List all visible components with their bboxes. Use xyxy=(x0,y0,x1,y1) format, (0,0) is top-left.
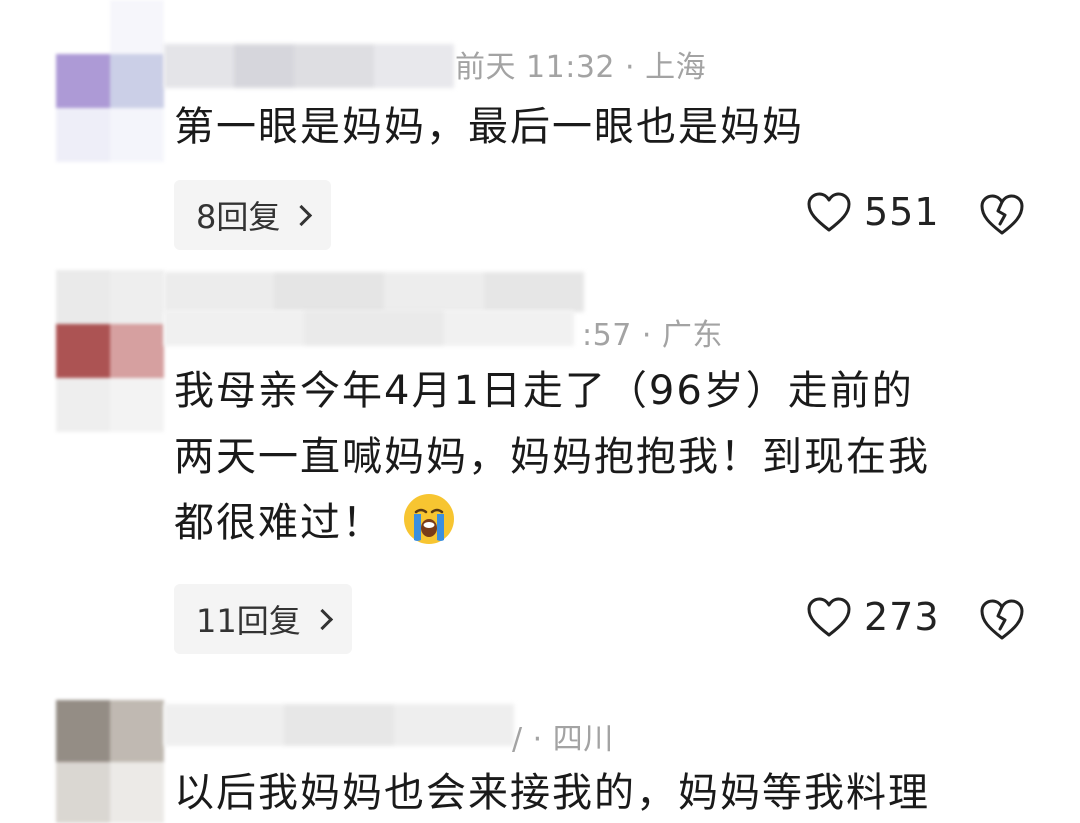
comment-text: 第一眼是妈妈，最后一眼也是妈妈 xyxy=(174,94,1044,160)
dislike-button[interactable] xyxy=(978,192,1026,240)
comment-meta: 前天 11:32 · 上海 xyxy=(455,50,707,85)
replies-label: 11回复 xyxy=(196,602,301,640)
broken-heart-icon xyxy=(980,194,1024,235)
avatar[interactable] xyxy=(56,700,164,823)
loudly-crying-face-icon xyxy=(404,494,454,544)
comment-text-line: 以后我妈妈也会来接我的，妈妈等我料理 xyxy=(174,770,930,816)
comment-meta: / · 四川 xyxy=(512,722,614,757)
comment-meta: :57 · 广东 xyxy=(582,318,723,353)
like-button[interactable]: 273 xyxy=(806,595,940,639)
comment-text: 以后我妈妈也会来接我的，妈妈等我料理 xyxy=(174,760,1044,823)
username-masked[interactable] xyxy=(164,44,454,88)
username-masked[interactable] xyxy=(164,310,574,346)
comment-text-line: 两天一直喊妈妈，妈妈抱抱我！到现在我 xyxy=(174,434,930,480)
comment-text: 我母亲今年4月1日走了（96岁）走前的 两天一直喊妈妈，妈妈抱抱我！到现在我 都… xyxy=(174,358,1044,556)
heart-outline-icon xyxy=(807,192,851,232)
like-count: 551 xyxy=(864,190,940,234)
username-masked[interactable] xyxy=(164,272,584,312)
comment-text-line: 第一眼是妈妈，最后一眼也是妈妈 xyxy=(174,104,804,150)
dislike-button[interactable] xyxy=(978,597,1026,645)
replies-button[interactable]: 8回复 xyxy=(174,180,332,250)
avatar[interactable] xyxy=(56,270,164,432)
comment-feed: 前天 11:32 · 上海 第一眼是妈妈，最后一眼也是妈妈 8回复 551:5… xyxy=(0,0,1080,823)
heart-outline-icon xyxy=(807,597,851,637)
like-count: 273 xyxy=(864,595,940,639)
comment-text-line: 都很难过！ xyxy=(174,500,384,546)
like-button[interactable]: 551 xyxy=(806,190,940,234)
username-masked[interactable] xyxy=(164,704,514,746)
replies-label: 8回复 xyxy=(196,198,281,236)
broken-heart-icon xyxy=(980,599,1024,640)
chevron-right-icon xyxy=(311,608,333,630)
replies-button[interactable]: 11回复 xyxy=(174,584,352,654)
avatar[interactable] xyxy=(56,0,164,162)
comment-text-line: 我母亲今年4月1日走了（96岁）走前的 xyxy=(174,368,914,414)
chevron-right-icon xyxy=(291,204,313,226)
